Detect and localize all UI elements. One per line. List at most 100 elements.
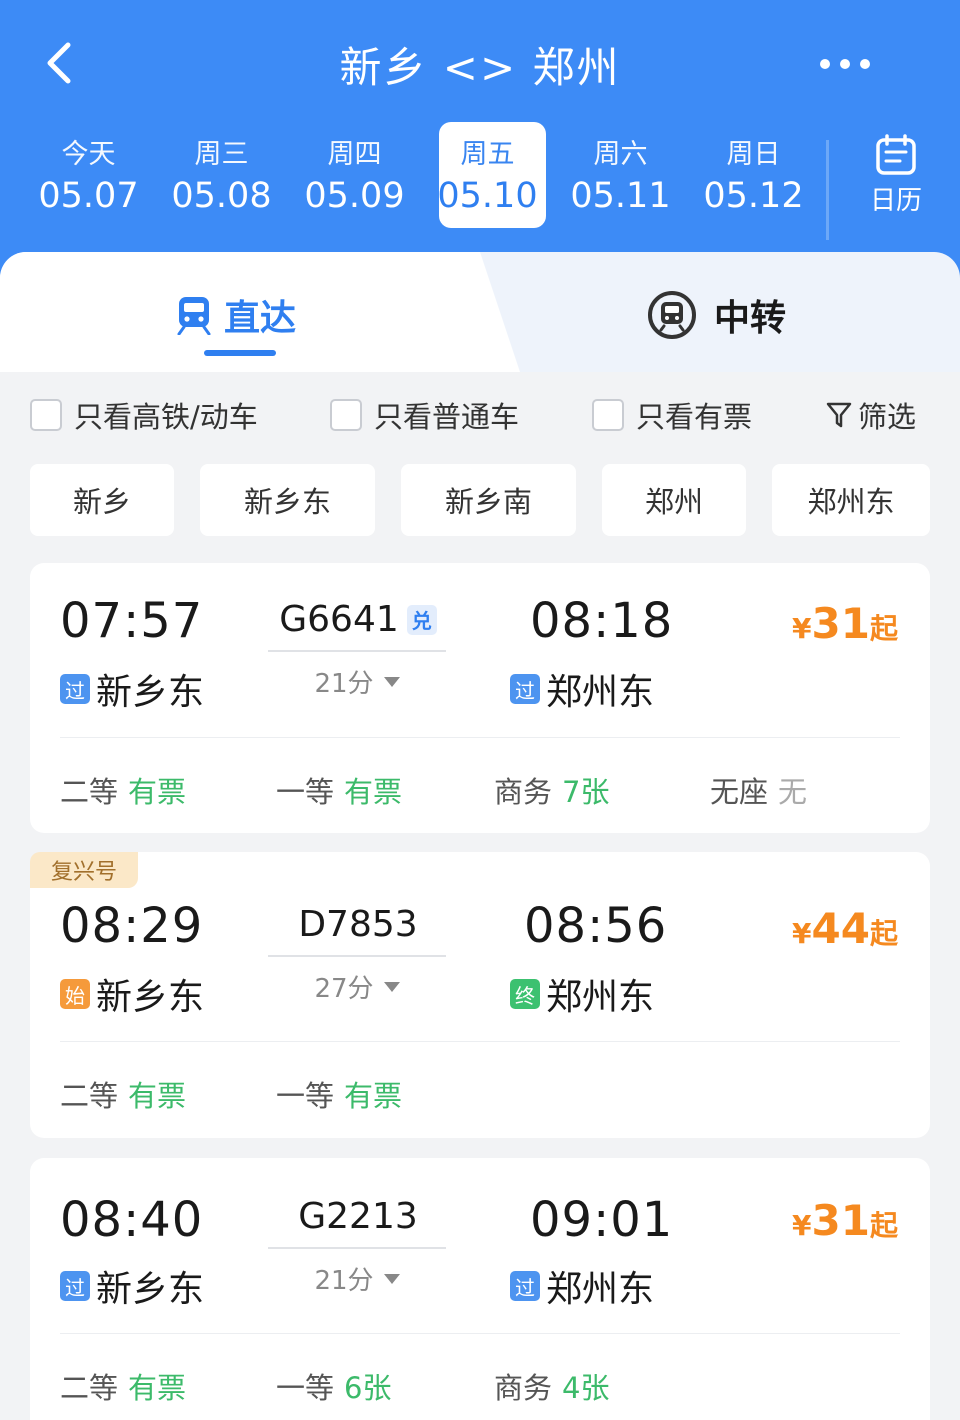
seat-class: 一等 (276, 1371, 335, 1405)
seat-availability: 有票 (128, 1371, 187, 1405)
arrival-time: 09:01 (530, 1192, 674, 1248)
train-icon (177, 297, 211, 335)
pass-badge: 过 (510, 674, 540, 704)
seat-info: 无座 无 (710, 769, 807, 811)
screen-label: 筛选 (857, 400, 916, 434)
date-tab[interactable]: 周六 05.11 (554, 120, 687, 230)
calendar-label: 日历 (869, 186, 922, 216)
date-weekday: 周三 (194, 139, 249, 170)
seat-availability: 4张 (562, 1371, 610, 1405)
date-weekday: 今天 (61, 139, 116, 170)
departure-station: 过 新乡东 (60, 663, 204, 715)
price-symbol: ¥ (792, 917, 812, 950)
seat-availability: 有票 (344, 775, 403, 809)
arrival-station-name: 郑州东 (546, 672, 655, 713)
fuxing-tag: 复兴号 (30, 852, 138, 888)
date-tab-selected[interactable]: 周五 05.10 (421, 120, 554, 230)
checkbox-icon[interactable] (30, 399, 62, 431)
more-dot-icon (860, 59, 870, 69)
active-tab-indicator (204, 350, 276, 356)
date-weekday: 周四 (327, 139, 382, 170)
tab-direct-content[interactable]: 直达 (176, 290, 296, 340)
price-suffix: 起 (869, 917, 898, 950)
filter-available-only[interactable]: 只看有票 (592, 390, 752, 440)
date-value: 05.12 (703, 176, 804, 216)
seat-availability: 6张 (344, 1371, 392, 1405)
filter-normal-train[interactable]: 只看普通车 (330, 390, 519, 440)
date-weekday: 周六 (593, 139, 648, 170)
checkbox-icon[interactable] (330, 399, 362, 431)
train-number: D7853 (268, 904, 448, 945)
filter-bar: 只看高铁/动车 只看普通车 只看有票 筛选 (30, 390, 930, 440)
seat-info: 二等 有票 (60, 769, 186, 811)
tab-direct-label: 直达 (224, 298, 297, 339)
train-number-text: G6641 (279, 599, 399, 640)
date-tab[interactable]: 周三 05.08 (155, 120, 288, 230)
date-selector: 今天 05.07 周三 05.08 周四 05.09 周五 05.10 周六 0… (22, 120, 822, 230)
departure-station: 过 新乡东 (60, 1260, 204, 1312)
date-value: 05.08 (171, 176, 272, 216)
duration-toggle[interactable]: 21分 (268, 663, 446, 700)
arrival-station: 过 郑州东 (510, 663, 654, 715)
departure-time: 08:40 (60, 1192, 204, 1248)
calendar-button[interactable]: 日历 (856, 130, 936, 220)
tab-transfer[interactable]: 中转 (646, 288, 786, 342)
seat-class: 二等 (60, 775, 119, 809)
train-card[interactable]: 08:29 始 新乡东 D7853 27分 08:56 终 郑州东 ¥ 44 起… (30, 852, 930, 1138)
date-value: 05.07 (38, 176, 139, 216)
page-title: 新乡 <> 郑州 (339, 43, 621, 92)
price-value: 31 (811, 599, 870, 648)
date-tab[interactable]: 周四 05.09 (288, 120, 421, 230)
seat-availability: 无 (778, 775, 808, 809)
more-options-button[interactable] (820, 54, 870, 74)
seat-info: 二等 有票 (60, 1073, 186, 1115)
duration-toggle[interactable]: 21分 (268, 1260, 446, 1297)
seat-availability: 7张 (562, 775, 610, 809)
pass-badge: 过 (510, 1271, 540, 1301)
station-chip[interactable]: 郑州 (602, 464, 746, 536)
train-card[interactable]: 08:40 过 新乡东 G2213 21分 09:01 过 郑州东 ¥ 31 起… (30, 1158, 930, 1420)
funnel-icon (826, 402, 852, 428)
exchange-badge: 兑 (406, 604, 437, 635)
date-tab[interactable]: 今天 05.07 (22, 120, 155, 230)
station-chip[interactable]: 新乡东 (200, 464, 375, 536)
departure-time: 07:57 (60, 593, 204, 649)
price: ¥ 31 起 (792, 1196, 898, 1245)
seat-class: 商务 (494, 1371, 553, 1405)
seat-info: 商务 7张 (494, 769, 609, 811)
seat-class: 一等 (276, 775, 335, 809)
train-number-text: G2213 (298, 1196, 418, 1237)
start-badge: 始 (60, 979, 90, 1009)
price-symbol: ¥ (792, 1209, 812, 1242)
screen-button[interactable]: 筛选 (826, 390, 916, 440)
more-dot-icon (840, 59, 850, 69)
arrival-station: 终 郑州东 (510, 968, 654, 1020)
station-chip[interactable]: 郑州东 (772, 464, 930, 536)
train-card[interactable]: 07:57 过 新乡东 G6641 兑 21分 08:18 过 郑州东 ¥ 31… (30, 563, 930, 833)
duration-text: 21分 (314, 669, 374, 699)
seat-class: 二等 (60, 1371, 119, 1405)
card-divider (60, 737, 900, 738)
price: ¥ 31 起 (792, 599, 898, 648)
arrival-station-name: 郑州东 (546, 977, 655, 1018)
seat-availability: 有票 (344, 1079, 403, 1113)
seat-info: 一等 有票 (276, 1073, 402, 1115)
date-tab[interactable]: 周日 05.12 (687, 120, 820, 230)
pass-badge: 过 (60, 674, 90, 704)
duration-text: 21分 (314, 1266, 374, 1296)
departure-time: 08:29 (60, 898, 204, 954)
calendar-icon (876, 134, 916, 175)
filter-high-speed-label: 只看高铁/动车 (74, 400, 258, 434)
date-divider (826, 140, 829, 240)
end-badge: 终 (510, 979, 540, 1009)
station-chip[interactable]: 新乡 (30, 464, 174, 536)
station-chip[interactable]: 新乡南 (401, 464, 576, 536)
more-dot-icon (820, 59, 830, 69)
train-line-divider (268, 650, 446, 652)
filter-high-speed[interactable]: 只看高铁/动车 (30, 390, 258, 440)
duration-toggle[interactable]: 27分 (268, 968, 446, 1005)
checkbox-icon[interactable] (592, 399, 624, 431)
duration-text: 27分 (314, 974, 374, 1004)
arrival-station-name: 郑州东 (546, 1269, 655, 1310)
card-divider (60, 1041, 900, 1042)
